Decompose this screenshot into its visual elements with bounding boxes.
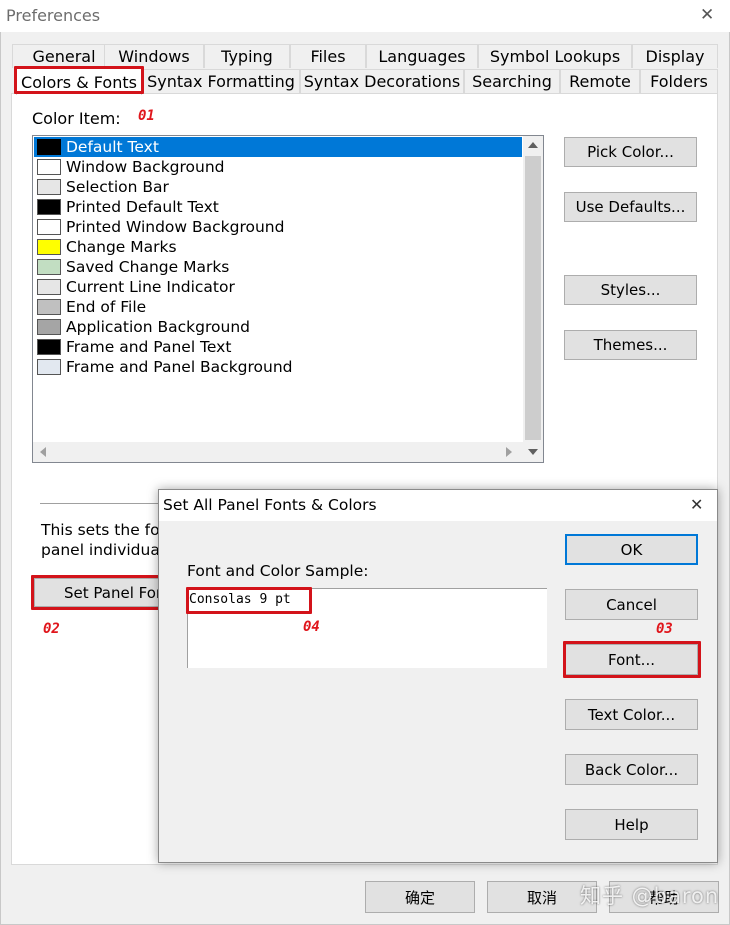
tab-windows[interactable]: Windows (104, 44, 204, 68)
tab-searching[interactable]: Searching (464, 69, 560, 93)
color-item-label-text: End of File (66, 298, 147, 316)
color-swatch (37, 279, 61, 295)
color-item-list[interactable]: Default Text Window Background Selection B… (32, 135, 544, 463)
dialog-font-button[interactable]: Font... (565, 644, 698, 675)
color-swatch (37, 139, 61, 155)
window-title: Preferences (6, 6, 101, 25)
dialog-back-color-button[interactable]: Back Color... (565, 754, 698, 785)
color-swatch (37, 239, 61, 255)
color-swatch (37, 159, 61, 175)
color-swatch (37, 359, 61, 375)
use-defaults-button[interactable]: Use Defaults... (564, 192, 697, 222)
color-item-row[interactable]: End of File (34, 297, 522, 317)
color-swatch (37, 179, 61, 195)
tab-folders[interactable]: Folders (640, 69, 718, 93)
tab-symbol-lookups[interactable]: Symbol Lookups (478, 44, 632, 68)
scroll-left-icon[interactable] (40, 447, 46, 457)
set-panel-fonts-dialog: Set All Panel Fonts & Colors ✕ Font and … (158, 489, 718, 863)
watermark: 知乎 @baron (580, 884, 720, 908)
color-item-label-text: Change Marks (66, 238, 177, 256)
window-titlebar: Preferences ✕ (0, 0, 730, 32)
dialog-help-button[interactable]: Help (565, 809, 698, 840)
dialog-title: Set All Panel Fonts & Colors (163, 496, 377, 514)
color-item-row[interactable]: Current Line Indicator (34, 277, 522, 297)
annotation-label-03: 03 (656, 621, 673, 637)
color-item-row[interactable]: Frame and Panel Background (34, 357, 522, 377)
dialog-ok-button[interactable]: OK (565, 534, 698, 565)
themes-button[interactable]: Themes... (564, 330, 697, 360)
panel-info-line-2: panel individuall (41, 541, 169, 559)
tab-files[interactable]: Files (290, 44, 366, 68)
color-swatch (37, 299, 61, 315)
vertical-scrollbar[interactable] (523, 136, 543, 442)
scroll-up-icon[interactable] (528, 142, 538, 148)
color-item-row[interactable]: Printed Window Background (34, 217, 522, 237)
close-icon[interactable]: ✕ (700, 5, 714, 25)
color-item-label-text: Default Text (66, 138, 159, 156)
scroll-down-icon[interactable] (528, 449, 538, 455)
font-sample-text: Consolas 9 pt (189, 592, 291, 607)
color-item-label-text: Frame and Panel Background (66, 358, 293, 376)
color-swatch (37, 219, 61, 235)
color-swatch (37, 259, 61, 275)
dialog-close-icon[interactable]: ✕ (690, 495, 703, 514)
color-item-row[interactable]: Change Marks (34, 237, 522, 257)
annotation-label-02: 02 (43, 621, 60, 637)
tab-syntax-decorations[interactable]: Syntax Decorations (300, 69, 464, 93)
tab-display[interactable]: Display (632, 44, 718, 68)
color-item-row[interactable]: Printed Default Text (34, 197, 522, 217)
dialog-cancel-button[interactable]: Cancel (565, 589, 698, 620)
color-item-row[interactable]: Application Background (34, 317, 522, 337)
color-item-label: Color Item: (32, 109, 121, 128)
dialog-titlebar: Set All Panel Fonts & Colors ✕ (159, 490, 717, 521)
color-item-row[interactable]: Window Background (34, 157, 522, 177)
color-item-row[interactable]: Saved Change Marks (34, 257, 522, 277)
color-item-label-text: Saved Change Marks (66, 258, 230, 276)
panel-info-line-1: This sets the fon (41, 521, 170, 539)
tab-general[interactable]: General (12, 44, 116, 68)
tab-colors-fonts[interactable]: Colors & Fonts (16, 68, 142, 95)
ok-button[interactable]: 确定 (365, 881, 475, 913)
set-panel-fonts-button[interactable]: Set Panel For (34, 578, 160, 607)
color-item-label-text: Frame and Panel Text (66, 338, 232, 356)
color-item-row[interactable]: Selection Bar (34, 177, 522, 197)
color-item-label-text: Printed Window Background (66, 218, 285, 236)
dialog-text-color-button[interactable]: Text Color... (565, 699, 698, 730)
scrollbar-thumb[interactable] (525, 156, 541, 440)
color-item-row[interactable]: Frame and Panel Text (34, 337, 522, 357)
font-color-sample-label: Font and Color Sample: (187, 562, 369, 580)
color-item-label-text: Current Line Indicator (66, 278, 235, 296)
color-item-label-text: Selection Bar (66, 178, 169, 196)
color-swatch (37, 339, 61, 355)
annotation-label-01: 01 (138, 108, 155, 124)
panel-separator (40, 503, 160, 504)
annotation-label-04: 04 (303, 619, 320, 635)
styles-button[interactable]: Styles... (564, 275, 697, 305)
pick-color-button[interactable]: Pick Color... (564, 137, 697, 167)
tab-remote[interactable]: Remote (560, 69, 640, 93)
tab-typing[interactable]: Typing (204, 44, 290, 68)
horizontal-scrollbar[interactable] (33, 442, 543, 462)
color-item-label-text: Application Background (66, 318, 251, 336)
font-color-sample-box: Consolas 9 pt (187, 588, 547, 668)
color-swatch (37, 319, 61, 335)
color-item-label-text: Window Background (66, 158, 225, 176)
tab-syntax-formatting[interactable]: Syntax Formatting (142, 69, 300, 93)
scroll-right-icon[interactable] (506, 447, 512, 457)
color-swatch (37, 199, 61, 215)
color-item-label-text: Printed Default Text (66, 198, 219, 216)
color-item-row[interactable]: Default Text (34, 137, 522, 157)
tab-languages[interactable]: Languages (366, 44, 478, 68)
